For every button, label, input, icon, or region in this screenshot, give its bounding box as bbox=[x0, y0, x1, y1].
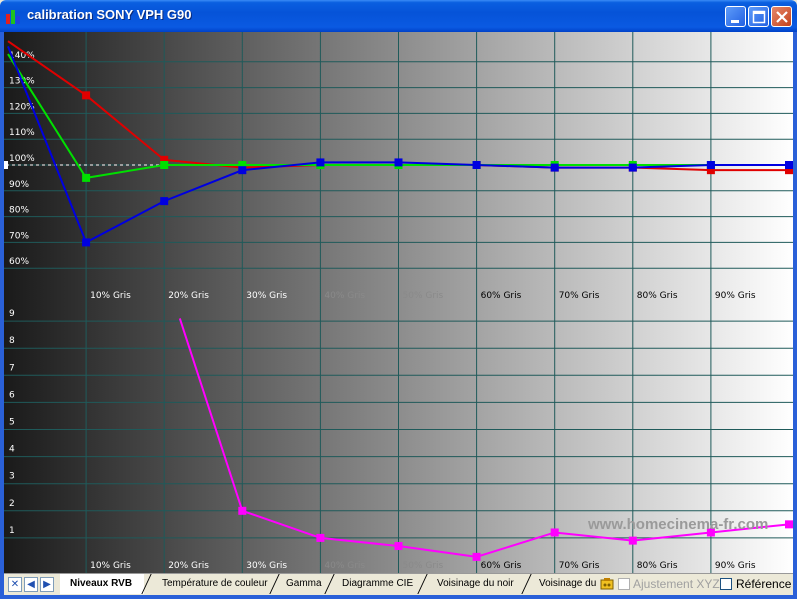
data-point bbox=[394, 542, 403, 551]
y-tick-label: 2 bbox=[9, 499, 15, 509]
tab-voisinage-noir[interactable]: Voisinage du noir bbox=[427, 574, 514, 594]
data-point bbox=[82, 238, 91, 247]
close-icon bbox=[776, 11, 788, 23]
window-title: calibration SONY VPH G90 bbox=[27, 7, 192, 22]
chart-app-icon bbox=[6, 8, 22, 24]
x-tick-label: 40% Gris bbox=[324, 291, 365, 301]
x-tick-label: 30% Gris bbox=[246, 561, 287, 571]
chart-area: 60% 70% 80% 90% 100% 110% 120% 130% 140% 1 2 3 4 5 6 7 8… bbox=[4, 32, 793, 573]
y-tick-label: 9 bbox=[9, 309, 15, 319]
y-tick-label: 1 bbox=[9, 526, 15, 536]
y-tick-label: 110% bbox=[9, 128, 35, 138]
reference-checkbox[interactable] bbox=[720, 578, 732, 590]
x-tick-label: 70% Gris bbox=[559, 561, 600, 571]
x-tick-label: 50% Gris bbox=[403, 561, 444, 571]
reference-label: Référence bbox=[736, 577, 792, 591]
close-window-button[interactable] bbox=[771, 6, 792, 27]
data-point bbox=[472, 552, 481, 561]
x-tick-label: 60% Gris bbox=[481, 561, 522, 571]
x-tick-label: 80% Gris bbox=[637, 291, 678, 301]
title-bar[interactable]: calibration SONY VPH G90 bbox=[0, 0, 797, 32]
x-tick-label: 20% Gris bbox=[168, 561, 209, 571]
maximize-icon bbox=[752, 10, 766, 24]
y-tick-label: 80% bbox=[9, 206, 29, 216]
data-point bbox=[550, 163, 559, 172]
y-tick-label: 100% bbox=[9, 154, 35, 164]
tab-prev-button[interactable]: ◀ bbox=[24, 577, 38, 592]
maximize-button[interactable] bbox=[748, 6, 769, 27]
data-point bbox=[628, 536, 637, 545]
minimize-icon bbox=[731, 20, 739, 23]
tab-niveaux-rvb[interactable]: Niveaux RVB bbox=[60, 574, 144, 594]
data-point bbox=[706, 161, 715, 169]
tab-close-button[interactable]: ✕ bbox=[8, 577, 22, 592]
tools-icon[interactable] bbox=[600, 577, 614, 591]
x-tick-label: 80% Gris bbox=[637, 561, 678, 571]
data-point bbox=[550, 528, 559, 537]
y-tick-label: 6 bbox=[9, 390, 15, 400]
tab-gamma[interactable]: Gamma bbox=[276, 574, 322, 594]
tab-bar: ✕ ◀ ▶ Niveaux RVB Température de couleur… bbox=[4, 573, 793, 595]
tab-diagramme-cie[interactable]: Diagramme CIE bbox=[332, 574, 413, 594]
tab-voisinage-blanc[interactable]: Voisinage du b bbox=[529, 574, 599, 594]
data-point bbox=[785, 520, 793, 529]
watermark: www.homecinema-fr.com bbox=[587, 516, 768, 533]
data-point bbox=[238, 166, 247, 175]
x-tick-label: 10% Gris bbox=[90, 291, 131, 301]
x-tick-label: 10% Gris bbox=[90, 561, 131, 571]
y-tick-label: 7 bbox=[9, 363, 15, 373]
reference-marker bbox=[4, 161, 8, 169]
ajustement-xyz-label: Ajustement XYZ bbox=[633, 577, 720, 591]
data-point bbox=[160, 197, 169, 206]
x-tick-label: 50% Gris bbox=[403, 291, 444, 301]
y-tick-label: 5 bbox=[9, 418, 15, 428]
x-tick-label: 70% Gris bbox=[559, 291, 600, 301]
data-point bbox=[628, 163, 637, 172]
data-point bbox=[785, 161, 793, 169]
y-tick-label: 90% bbox=[9, 180, 29, 190]
x-tick-label: 90% Gris bbox=[715, 291, 756, 301]
data-point bbox=[316, 158, 325, 167]
data-point bbox=[82, 173, 91, 182]
x-tick-label: 30% Gris bbox=[246, 291, 287, 301]
x-tick-label: 40% Gris bbox=[324, 561, 365, 571]
y-tick-label: 70% bbox=[9, 231, 29, 241]
y-tick-label: 3 bbox=[9, 472, 15, 482]
data-point bbox=[316, 533, 325, 542]
y-tick-label: 8 bbox=[9, 336, 15, 346]
data-point bbox=[238, 506, 247, 515]
data-point bbox=[160, 161, 169, 169]
x-tick-label: 60% Gris bbox=[481, 291, 522, 301]
tab-next-button[interactable]: ▶ bbox=[40, 577, 54, 592]
tab-temperature-couleur[interactable]: Température de couleur bbox=[152, 574, 268, 594]
x-tick-label: 20% Gris bbox=[168, 291, 209, 301]
minimize-button[interactable] bbox=[725, 6, 746, 27]
ajustement-xyz-checkbox[interactable] bbox=[618, 578, 630, 590]
data-point bbox=[394, 158, 403, 167]
x-tick-label: 90% Gris bbox=[715, 561, 756, 571]
y-tick-label: 60% bbox=[9, 257, 29, 267]
data-point bbox=[472, 161, 481, 169]
calibration-chart: 60%70%80%90%100%110%120%130%140%12345678… bbox=[4, 32, 793, 573]
y-tick-label: 4 bbox=[9, 445, 15, 455]
data-point bbox=[82, 91, 91, 100]
